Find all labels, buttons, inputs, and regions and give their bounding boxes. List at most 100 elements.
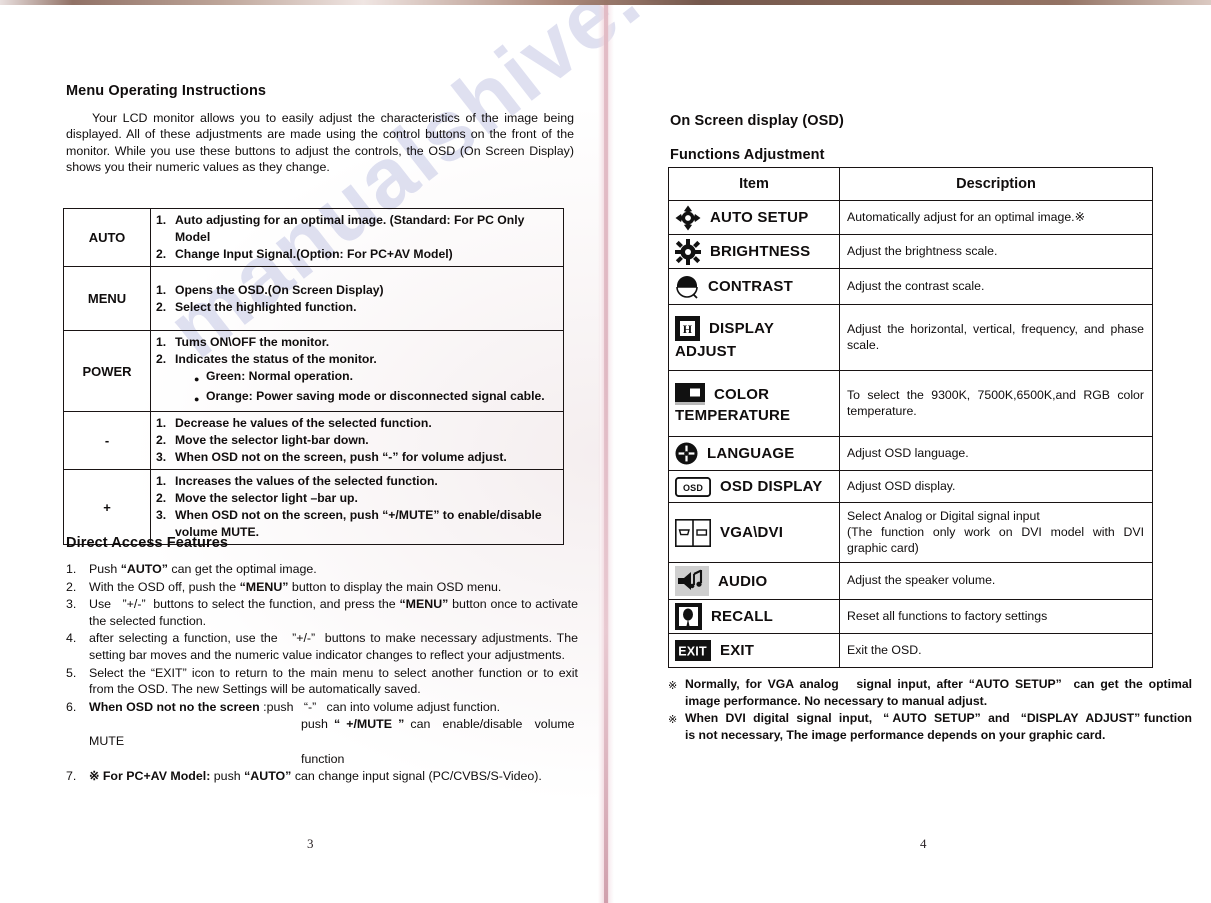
speaker-notes-icon bbox=[675, 566, 709, 596]
list-item-text: Push “AUTO” can get the optimal image. bbox=[89, 562, 317, 576]
osd-item-cell[interactable]: OSD OSD DISPLAY bbox=[668, 470, 840, 503]
scan-top-edge-artifact bbox=[0, 0, 1211, 5]
description-line: 2. Change Input Signal.(Option: For PC+AV… bbox=[156, 246, 558, 263]
column-header-item: Item bbox=[668, 167, 840, 201]
osd-item-row: LANGUAGE bbox=[675, 442, 835, 465]
osd-item-cell[interactable]: COLOR TEMPERATURE bbox=[668, 370, 840, 437]
list-item-text: ※ For PC+AV Model: push “AUTO” can chang… bbox=[89, 769, 542, 784]
osd-description-line: Automatically adjust for an optimal imag… bbox=[847, 209, 1085, 224]
osd-item-row: AUDIO bbox=[675, 566, 835, 596]
vga-dvi-connector-icon bbox=[675, 518, 711, 547]
osd-functions-table: Item Description AUTO SETUP Automatically… bbox=[668, 167, 1153, 668]
list-item: 3. Use ”+/-” buttons to select the functi… bbox=[66, 596, 578, 629]
button-description-cell: 1. Opens the OSD.(On Screen Display) 2. Sel… bbox=[150, 266, 564, 331]
osd-item-row: CONTRAST bbox=[675, 274, 835, 300]
button-function-table: AUTO 1. Auto adjusting for an optimal imag… bbox=[63, 208, 564, 545]
osd-item-row: COLOR bbox=[675, 383, 835, 405]
osd-item-label: AUDIO bbox=[718, 572, 768, 590]
list-item: function bbox=[66, 751, 578, 768]
table-row: +1. Increases the values of the selected … bbox=[63, 469, 564, 545]
osd-item-row: RECALL bbox=[675, 603, 835, 630]
table-row: BRIGHTNESS Adjust the brightness scale. bbox=[668, 234, 1153, 269]
osd-item-label: CONTRAST bbox=[708, 278, 793, 295]
osd-description-line: Adjust the speaker volume. bbox=[847, 573, 996, 588]
list-item: 2. With the OSD off, push the “MENU” butt… bbox=[66, 579, 578, 596]
osd-item-cell[interactable]: VGA\DVI bbox=[668, 502, 840, 563]
line-marker: 1. bbox=[156, 416, 167, 430]
menu-operating-instructions-heading: Menu Operating Instructions bbox=[66, 83, 267, 99]
list-item-number: 3. bbox=[66, 597, 77, 612]
osd-item-cell[interactable]: LANGUAGE bbox=[668, 436, 840, 471]
osd-item-label: VGA\DVI bbox=[720, 524, 784, 541]
table-row: COLOR TEMPERATURE To select the 9300K, 750… bbox=[668, 370, 1153, 437]
list-item-text: Select the “EXIT” icon to return to the … bbox=[89, 665, 578, 697]
osd-description-cell: Adjust the horizontal, vertical, frequen… bbox=[839, 304, 1153, 371]
left-page: Menu Operating Instructions Your LCD mon… bbox=[0, 0, 600, 903]
line-marker: 2. bbox=[156, 491, 167, 505]
line-text: Auto adjusting for an optimal image. (St… bbox=[175, 213, 525, 244]
table-row: RECALL Reset all functions to factory set… bbox=[668, 599, 1153, 634]
osd-item-cell[interactable]: AUDIO bbox=[668, 562, 840, 600]
right-page: On Screen display (OSD) Functions Adjust… bbox=[610, 0, 1211, 903]
osd-item-label-line2: ADJUST bbox=[675, 342, 737, 360]
osd-item-cell[interactable]: H DISPLAY ADJUST bbox=[668, 304, 840, 371]
footnote-marker: ※ bbox=[668, 714, 678, 727]
osd-description-line: To select the 9300K, 7500K,6500K,and RGB… bbox=[847, 387, 1144, 418]
osd-item-label: BRIGHTNESS bbox=[710, 243, 811, 260]
table-row: OSD OSD DISPLAY Adjust OSD display. bbox=[668, 470, 1153, 503]
description-line: 3. When OSD not on the screen, push “-” f… bbox=[156, 449, 558, 466]
on-screen-display-heading: On Screen display (OSD) bbox=[670, 113, 844, 129]
osd-item-row: H DISPLAY bbox=[675, 315, 835, 341]
table-row: POWER 1. Tums ON\OFF the monitor. 2. Indicat… bbox=[63, 330, 564, 412]
line-text: Tums ON\OFF the monitor. bbox=[175, 335, 330, 349]
description-line: 2. Move the selector light-bar down. bbox=[156, 432, 558, 449]
line-marker: ● bbox=[194, 394, 200, 404]
table-row: H DISPLAY ADJUST Adjust the horizontal, ver… bbox=[668, 304, 1153, 371]
button-description-cell: 1. Decrease he values of the selected fun… bbox=[150, 411, 564, 470]
line-text: Opens the OSD.(On Screen Display) bbox=[175, 282, 384, 297]
osd-description-line: Adjust the contrast scale. bbox=[847, 278, 985, 293]
line-text: When OSD not on the screen, push “-” for… bbox=[175, 450, 507, 464]
osd-item-cell[interactable]: AUTO SETUP bbox=[668, 200, 840, 235]
footnote-marker: ※ bbox=[668, 680, 678, 692]
description-line: 1. Auto adjusting for an optimal image. (… bbox=[156, 212, 558, 246]
osd-description-cell: Select Analog or Digital signal input (Th… bbox=[839, 502, 1153, 563]
osd-item-cell[interactable]: EXIT EXIT bbox=[668, 633, 840, 668]
osd-item-label: OSD DISPLAY bbox=[720, 478, 823, 495]
description-line: 1. Opens the OSD.(On Screen Display) bbox=[156, 282, 558, 299]
description-line: 1. Tums ON\OFF the monitor. bbox=[156, 334, 558, 351]
list-item-number: 5. bbox=[66, 665, 77, 680]
left-page-number: 3 bbox=[307, 836, 314, 851]
footnote-row: ※ Normally, for VGA analog signal input, … bbox=[668, 676, 1192, 709]
table-row: LANGUAGE Adjust OSD language. bbox=[668, 436, 1153, 471]
sun-brightness-icon bbox=[675, 238, 701, 265]
osd-description-line: Adjust OSD language. bbox=[847, 445, 969, 460]
osd-description-cell: Adjust OSD display. bbox=[839, 470, 1153, 503]
footnote-text: When DVI digital signal input, “ AUTO SE… bbox=[685, 711, 1192, 742]
osd-item-cell[interactable]: RECALL bbox=[668, 599, 840, 634]
osd-description-cell: Adjust the contrast scale. bbox=[839, 268, 1153, 305]
osd-item-cell[interactable]: BRIGHTNESS bbox=[668, 234, 840, 269]
osd-item-row: VGA\DVI bbox=[675, 518, 835, 547]
line-text: Green: Normal operation. bbox=[206, 369, 353, 383]
osd-description-cell: Adjust OSD language. bbox=[839, 436, 1153, 471]
book-gutter-crease bbox=[604, 0, 608, 903]
osd-item-cell[interactable]: CONTRAST bbox=[668, 268, 840, 305]
description-line: 2. Select the highlighted function. bbox=[156, 299, 558, 316]
line-text: Move the selector light-bar down. bbox=[175, 433, 369, 447]
table-row: AUTO SETUP Automatically adjust for an op… bbox=[668, 200, 1153, 235]
exit-box-icon: EXIT bbox=[675, 640, 711, 661]
line-text: Increases the values of the selected fun… bbox=[175, 474, 438, 488]
list-item: 6. When OSD not no the screen :push “-” c… bbox=[66, 699, 578, 716]
osd-description-line: Exit the OSD. bbox=[847, 642, 922, 657]
osd-description-cell: Exit the OSD. bbox=[839, 633, 1153, 668]
osd-description-line: (The function only work on DVI model wit… bbox=[847, 524, 1144, 556]
osd-description-cell: Adjust the brightness scale. bbox=[839, 234, 1153, 269]
button-name-cell: MENU bbox=[63, 266, 151, 331]
line-marker: 1. bbox=[156, 282, 167, 297]
direct-access-features-list: 1. Push “AUTO” can get the optimal image.… bbox=[66, 561, 578, 785]
line-marker: 1. bbox=[156, 213, 167, 227]
table-row: CONTRAST Adjust the contrast scale. bbox=[668, 268, 1153, 305]
osd-item-label: EXIT bbox=[720, 642, 755, 659]
osd-item-row: EXIT EXIT bbox=[675, 640, 835, 661]
